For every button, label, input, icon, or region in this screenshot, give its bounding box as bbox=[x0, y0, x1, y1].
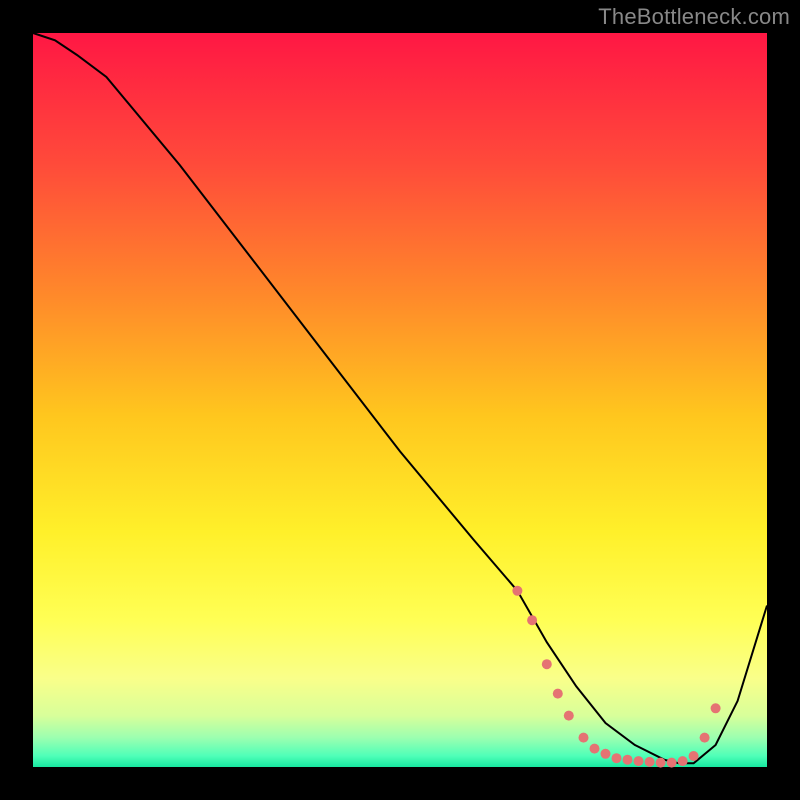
marker-dot bbox=[678, 756, 688, 766]
marker-dot bbox=[527, 615, 537, 625]
marker-dot bbox=[689, 751, 699, 761]
chart-svg bbox=[0, 0, 800, 800]
marker-dot bbox=[623, 755, 633, 765]
marker-dot bbox=[590, 744, 600, 754]
marker-dot bbox=[512, 586, 522, 596]
chart-container: TheBottleneck.com bbox=[0, 0, 800, 800]
marker-dot bbox=[711, 703, 721, 713]
marker-dot bbox=[542, 659, 552, 669]
watermark-text: TheBottleneck.com bbox=[598, 4, 790, 30]
marker-dot bbox=[645, 757, 655, 767]
plot-background bbox=[33, 33, 767, 767]
marker-dot bbox=[564, 711, 574, 721]
marker-dot bbox=[612, 753, 622, 763]
marker-dot bbox=[579, 733, 589, 743]
marker-dot bbox=[601, 749, 611, 759]
marker-dot bbox=[667, 758, 677, 768]
marker-dot bbox=[634, 756, 644, 766]
marker-dot bbox=[553, 689, 563, 699]
marker-dot bbox=[700, 733, 710, 743]
marker-dot bbox=[656, 758, 666, 768]
